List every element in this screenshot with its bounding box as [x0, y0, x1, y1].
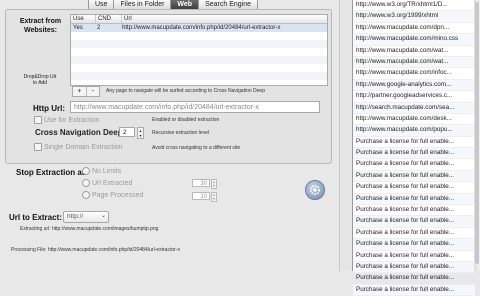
cross-nav-field[interactable]: 2: [119, 127, 135, 137]
url-to-extract-label: Url to Extract:: [9, 213, 62, 222]
add-url-button[interactable]: +: [73, 87, 87, 96]
empty-row: [71, 40, 327, 48]
table-header: Use CND Url: [71, 15, 327, 24]
use-for-extraction[interactable]: Use for Extraction: [34, 116, 100, 124]
col-url[interactable]: Url: [122, 15, 327, 23]
url-to-extract-select[interactable]: http:// ⌄: [63, 211, 109, 223]
list-item[interactable]: Purchase a license for full enable...: [353, 137, 475, 149]
empty-row: [71, 32, 327, 40]
list-item[interactable]: http://partner.googleadservices.c...: [353, 91, 475, 103]
list-item[interactable]: http://www.google-analytics.com...: [353, 79, 475, 92]
radio-url-extracted-label: Url Extracted: [91, 179, 133, 187]
empty-row: [71, 48, 327, 56]
list-item[interactable]: Purchase a license for full enable...: [353, 159, 475, 171]
use-for-extraction-note: Enabled or disabled extraction: [152, 117, 220, 123]
stop-extraction-label: Stop Extraction at:: [16, 168, 88, 177]
empty-row: [71, 56, 327, 64]
surf-note: Any page to navigate will be surfed acco…: [106, 88, 265, 94]
radio-no-limits-label: No Limits: [91, 167, 122, 175]
list-item[interactable]: Purchase a license for full enable...: [353, 170, 475, 183]
list-item[interactable]: http://www.macupdate.com/wat...: [353, 56, 475, 69]
list-item[interactable]: Purchase a license for full enable...: [353, 273, 475, 285]
single-domain-note: Avoid cross navigating to a different si…: [152, 145, 241, 151]
use-for-extraction-checkbox[interactable]: [34, 116, 42, 124]
url-extracted-field[interactable]: 30: [192, 179, 210, 187]
radio-page-processed-label: Page Processed: [91, 191, 144, 199]
list-item[interactable]: http://www.macupdate.com/popu...: [353, 125, 475, 137]
cell-url: http://www.macupdate.com/info.php/id/204…: [122, 25, 281, 31]
list-item[interactable]: http://www.macupdate.com/dpn...: [353, 23, 475, 35]
list-item[interactable]: Purchase a license for full enable...: [353, 182, 475, 194]
use-for-extraction-label: Use for Extraction: [43, 116, 100, 124]
extract-from-line2: Websites:: [24, 27, 57, 34]
drop-url-label: Drop&Drop Url to Add: [12, 74, 68, 86]
col-use[interactable]: Use: [71, 15, 96, 23]
add-remove-buttons: + -: [72, 86, 100, 97]
col-cnd[interactable]: CND: [96, 15, 122, 23]
list-item[interactable]: http://search.macupdate.com/sea...: [353, 102, 475, 114]
single-domain-checkbox[interactable]: [34, 143, 42, 151]
list-item[interactable]: http://www.w3.org/TR/xhtml1/D...: [353, 0, 475, 12]
websites-table[interactable]: Use CND Url Yes 2 http://www.macupdate.c…: [70, 14, 328, 86]
gear-icon[interactable]: [305, 180, 325, 200]
drop-url-line2: to Add: [32, 80, 48, 86]
cross-nav-stepper[interactable]: ▴ ▾: [137, 127, 144, 139]
http-url-label: Http Url:: [33, 104, 65, 113]
extract-from-line1: Extract from: [19, 18, 62, 25]
cross-nav-note: Recursive extraction level: [152, 130, 209, 136]
single-domain[interactable]: Single Domain Extraction: [34, 143, 123, 151]
list-item[interactable]: Purchase a license for full enable...: [353, 228, 475, 240]
radio-url-extracted[interactable]: Url Extracted: [82, 179, 132, 187]
list-item[interactable]: Purchase a license for full enable...: [353, 193, 475, 206]
list-item[interactable]: Purchase a license for full enable...: [353, 261, 475, 274]
list-item[interactable]: http://www.macupdate.com/mino.css: [353, 34, 475, 46]
list-item[interactable]: http://www.macupdate.com/wat...: [353, 46, 475, 57]
empty-row: [71, 72, 327, 80]
split-divider[interactable]: [339, 0, 352, 271]
radio-page-processed[interactable]: Page Processed: [82, 191, 143, 199]
list-item[interactable]: Purchase a license for full enable...: [353, 205, 475, 217]
url-extracted-stepper[interactable]: ▴ ▾: [211, 179, 217, 189]
extract-from-label: Extract from Websites:: [13, 17, 68, 35]
cell-cnd: 2: [97, 25, 101, 31]
single-domain-label: Single Domain Extraction: [43, 143, 123, 151]
page-processed-stepper[interactable]: ▴ ▾: [211, 192, 217, 202]
cross-nav-label: Cross Navigation Deep:: [35, 128, 126, 137]
list-item[interactable]: http://www.w3.org/1999/xhtml: [353, 11, 475, 23]
table-row[interactable]: Yes 2 http://www.macupdate.com/info.php/…: [71, 24, 327, 32]
radio-no-limits-button[interactable]: [82, 167, 90, 175]
extracting-url-status: Extracting url: http://www.macupdate.com…: [20, 226, 159, 232]
list-item[interactable]: Purchase a license for full enable...: [353, 148, 475, 160]
list-item[interactable]: http://www.macupdate.com/infoc...: [353, 68, 475, 80]
page-processed-field[interactable]: 10: [192, 192, 210, 200]
list-item[interactable]: http://www.macupdate.com/desk...: [353, 114, 475, 126]
list-item[interactable]: Purchase a license for full enable...: [353, 216, 475, 228]
tab-bar: Use Files in Folder Web Search Engine: [88, 0, 258, 10]
results-scrollbar-thumb[interactable]: [475, 2, 479, 264]
chevron-down-icon: ⌄: [100, 213, 106, 219]
remove-url-button[interactable]: -: [87, 87, 100, 96]
list-item[interactable]: Purchase a license for full enable...: [353, 284, 475, 296]
processing-file-status: Processing File: http://www.macupdate.co…: [11, 247, 180, 253]
url-to-extract-value: http://: [67, 213, 84, 220]
radio-page-processed-button[interactable]: [82, 191, 90, 199]
http-url-field[interactable]: http://www.macupdate.com/info.php/id/204…: [70, 101, 320, 113]
radio-no-limits[interactable]: No Limits: [82, 167, 121, 175]
empty-row: [71, 64, 327, 72]
list-item[interactable]: Purchase a license for full enable...: [353, 251, 475, 262]
results-list[interactable]: http://www.w3.org/TR/xhtml1/D... http://…: [352, 0, 475, 296]
list-item[interactable]: Purchase a license for full enable...: [353, 239, 475, 251]
cell-use: Yes: [73, 25, 83, 31]
radio-url-extracted-button[interactable]: [82, 179, 90, 187]
